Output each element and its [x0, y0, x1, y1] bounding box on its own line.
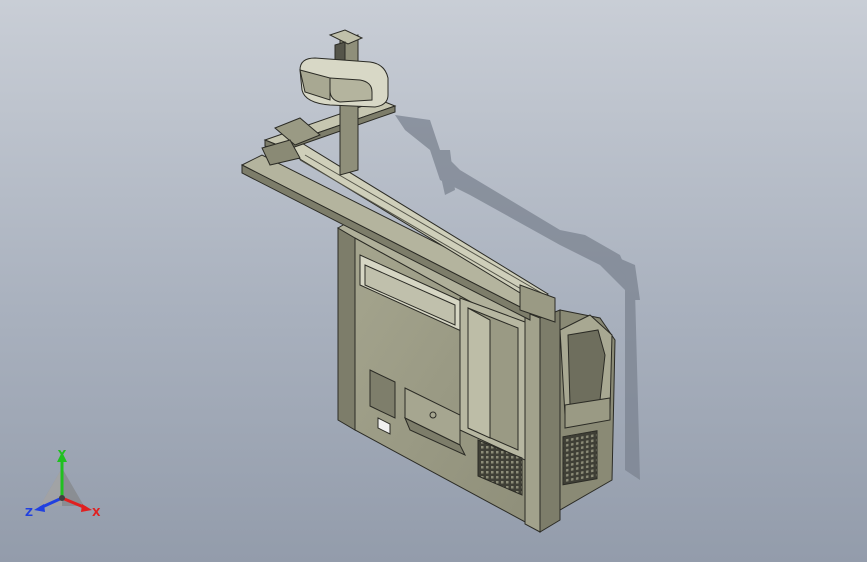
z-axis-label: Z	[25, 506, 33, 519]
x-axis-label: X	[92, 506, 101, 519]
graphics-viewport[interactable]: Y X Z	[0, 0, 867, 562]
motor-housing	[299, 57, 389, 108]
coordinate-triad[interactable]: Y X Z	[22, 448, 106, 524]
triad-graphic: Y X Z	[25, 448, 101, 519]
cad-model-view[interactable]	[0, 0, 867, 562]
y-axis-label: Y	[57, 448, 67, 461]
cross-rail[interactable]	[261, 99, 397, 166]
right-vent-grill	[562, 430, 598, 486]
